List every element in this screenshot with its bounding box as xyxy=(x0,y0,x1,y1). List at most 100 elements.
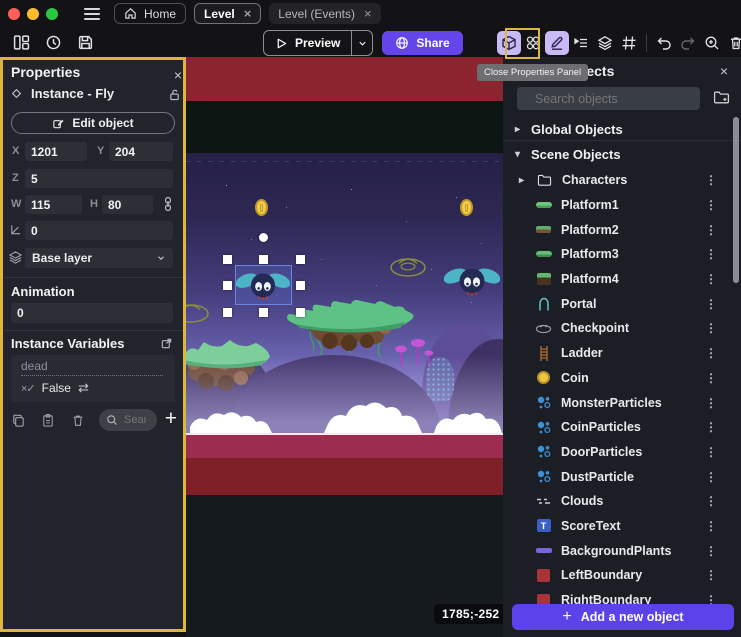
x-field[interactable] xyxy=(25,142,87,161)
close-objects-icon[interactable]: × xyxy=(720,63,728,79)
share-button[interactable]: Share xyxy=(382,31,462,55)
resize-handle[interactable] xyxy=(259,308,268,317)
row-menu-icon[interactable]: ⋮ xyxy=(705,198,717,212)
object-row-leftboundary[interactable]: LeftBoundary ⋮ xyxy=(503,563,733,588)
resize-handle[interactable] xyxy=(296,281,305,290)
z-field[interactable] xyxy=(25,169,173,188)
checkpoint-instance[interactable] xyxy=(389,254,427,278)
rotation-handle[interactable] xyxy=(259,233,268,242)
object-row-characters[interactable]: ▸ Characters ⋮ xyxy=(503,168,733,193)
variables-search[interactable] xyxy=(99,409,157,431)
zoom-window-button[interactable] xyxy=(46,8,58,20)
add-new-object-button[interactable]: + Add a new object xyxy=(512,604,734,630)
object-row-coinparticles[interactable]: CoinParticles ⋮ xyxy=(503,415,733,440)
tab-level[interactable]: Level × xyxy=(194,3,261,24)
object-row-clouds[interactable]: Clouds ⋮ xyxy=(503,489,733,514)
object-row-portal[interactable]: Portal ⋮ xyxy=(503,291,733,316)
section-scene-objects[interactable]: ▾ Scene Objects xyxy=(503,143,733,165)
object-row-coin[interactable]: Coin ⋮ xyxy=(503,366,733,391)
lock-ratio-link-icon[interactable] xyxy=(161,196,175,212)
fly-instance[interactable] xyxy=(444,263,500,299)
row-menu-icon[interactable]: ⋮ xyxy=(705,346,717,360)
object-row-scoretext[interactable]: T ScoreText ⋮ xyxy=(503,514,733,539)
section-global-objects[interactable]: ▸ Global Objects xyxy=(503,118,733,140)
row-menu-icon[interactable]: ⋮ xyxy=(705,297,717,311)
object-row-platform2[interactable]: Platform2 ⋮ xyxy=(503,217,733,242)
toggle-panels-icon[interactable] xyxy=(10,31,32,53)
add-variable-button[interactable]: + xyxy=(165,407,177,431)
row-menu-icon[interactable]: ⋮ xyxy=(705,568,717,582)
main-menu-icon[interactable] xyxy=(84,8,100,20)
row-menu-icon[interactable]: ⋮ xyxy=(705,445,717,459)
close-tab-icon[interactable]: × xyxy=(364,7,372,20)
grid-icon[interactable] xyxy=(617,31,641,55)
resize-handle[interactable] xyxy=(223,308,232,317)
object-row-platform3[interactable]: Platform3 ⋮ xyxy=(503,242,733,267)
object-row-doorparticles[interactable]: DoorParticles ⋮ xyxy=(503,440,733,465)
toggle-value-icon[interactable]: ⇄ xyxy=(78,380,89,396)
edit-object-button[interactable]: Edit object xyxy=(11,112,175,134)
open-variables-editor-icon[interactable] xyxy=(160,337,173,350)
objects-search-input[interactable] xyxy=(533,91,698,107)
selected-fly-instance[interactable] xyxy=(236,268,290,303)
resize-handle[interactable] xyxy=(296,255,305,264)
row-menu-icon[interactable]: ⋮ xyxy=(705,247,717,261)
preview-button[interactable]: Preview xyxy=(263,30,373,56)
object-row-ladder[interactable]: Ladder ⋮ xyxy=(503,341,733,366)
row-menu-icon[interactable]: ⋮ xyxy=(705,494,717,508)
delete-variable-icon[interactable] xyxy=(69,411,87,429)
preview-options-dropdown[interactable] xyxy=(351,31,372,55)
tab-home[interactable]: Home xyxy=(114,3,186,24)
close-tab-icon[interactable]: × xyxy=(244,7,252,20)
chevron-right-icon[interactable]: ▸ xyxy=(519,175,527,186)
paste-variable-icon[interactable] xyxy=(39,411,57,429)
checkpoint-instance[interactable] xyxy=(186,300,210,324)
instances-list-icon[interactable] xyxy=(569,31,593,55)
close-properties-icon[interactable]: × xyxy=(174,68,182,82)
row-menu-icon[interactable]: ⋮ xyxy=(705,173,717,187)
resize-handle[interactable] xyxy=(296,308,305,317)
angle-field[interactable] xyxy=(25,221,173,240)
layers-icon[interactable] xyxy=(593,31,617,55)
row-menu-icon[interactable]: ⋮ xyxy=(705,396,717,410)
variables-search-input[interactable] xyxy=(122,413,148,427)
object-row-checkpoint[interactable]: Checkpoint ⋮ xyxy=(503,316,733,341)
variable-name[interactable]: dead xyxy=(21,359,163,376)
zoom-in-icon[interactable] xyxy=(700,31,724,55)
coin-instance[interactable] xyxy=(255,199,268,216)
height-field[interactable] xyxy=(102,195,153,214)
objects-scrollbar[interactable] xyxy=(733,117,739,283)
object-row-monsterparticles[interactable]: MonsterParticles ⋮ xyxy=(503,390,733,415)
object-row-platform4[interactable]: Platform4 ⋮ xyxy=(503,267,733,292)
objects-search[interactable] xyxy=(517,87,700,110)
layer-select[interactable]: Base layer xyxy=(25,248,173,268)
toggle-3d-view-icon[interactable] xyxy=(497,31,521,55)
history-icon[interactable] xyxy=(42,31,64,53)
row-menu-icon[interactable]: ⋮ xyxy=(705,371,717,385)
resize-handle[interactable] xyxy=(223,255,232,264)
row-menu-icon[interactable]: ⋮ xyxy=(705,272,717,286)
animation-field[interactable] xyxy=(11,303,173,323)
row-menu-icon[interactable]: ⋮ xyxy=(705,544,717,558)
minimize-window-button[interactable] xyxy=(27,8,39,20)
delete-icon[interactable] xyxy=(724,31,741,55)
add-folder-icon[interactable] xyxy=(713,89,730,106)
width-field[interactable] xyxy=(25,195,82,214)
close-window-button[interactable] xyxy=(8,8,20,20)
object-groups-icon[interactable] xyxy=(521,31,545,55)
copy-variable-icon[interactable] xyxy=(9,411,27,429)
unlock-icon[interactable] xyxy=(168,88,181,101)
object-row-platform1[interactable]: Platform1 ⋮ xyxy=(503,193,733,218)
y-field[interactable] xyxy=(109,142,173,161)
row-menu-icon[interactable]: ⋮ xyxy=(705,223,717,237)
resize-handle[interactable] xyxy=(223,281,232,290)
row-menu-icon[interactable]: ⋮ xyxy=(705,321,717,335)
variable-value[interactable]: False xyxy=(42,381,71,395)
row-menu-icon[interactable]: ⋮ xyxy=(705,420,717,434)
redo-icon[interactable] xyxy=(676,31,700,55)
row-menu-icon[interactable]: ⋮ xyxy=(705,519,717,533)
chevron-down-icon[interactable]: ▾ xyxy=(515,149,523,160)
scene-canvas[interactable]: 1785;-252 xyxy=(186,57,503,637)
coin-instance[interactable] xyxy=(460,199,473,216)
undo-icon[interactable] xyxy=(652,31,676,55)
